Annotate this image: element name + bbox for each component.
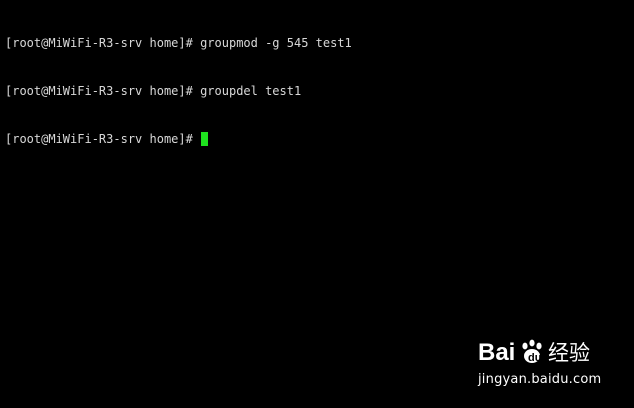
terminal-line: [root@MiWiFi-R3-srv home]# groupmod -g 5… <box>5 36 352 50</box>
watermark-url: jingyan.baidu.com <box>478 372 602 387</box>
baidu-jingyan-logo: Bai du 经验 <box>478 339 590 366</box>
svg-text:Bai: Bai <box>478 339 515 366</box>
baidu-jingyan-watermark: Bai du 经验 jingyan.baidu.com <box>474 334 604 396</box>
terminal-line: [root@MiWiFi-R3-srv home]# groupdel test… <box>5 84 302 98</box>
terminal-window[interactable]: [root@MiWiFi-R3-srv home]# groupmod -g 5… <box>0 0 634 408</box>
terminal-prompt-line[interactable]: [root@MiWiFi-R3-srv home]# <box>5 131 352 147</box>
terminal-output: [root@MiWiFi-R3-srv home]# groupmod -g 5… <box>5 3 352 179</box>
terminal-cursor <box>201 132 209 146</box>
terminal-prompt: [root@MiWiFi-R3-srv home]# <box>5 132 201 146</box>
svg-text:经验: 经验 <box>548 341 590 365</box>
svg-text:du: du <box>528 352 541 364</box>
